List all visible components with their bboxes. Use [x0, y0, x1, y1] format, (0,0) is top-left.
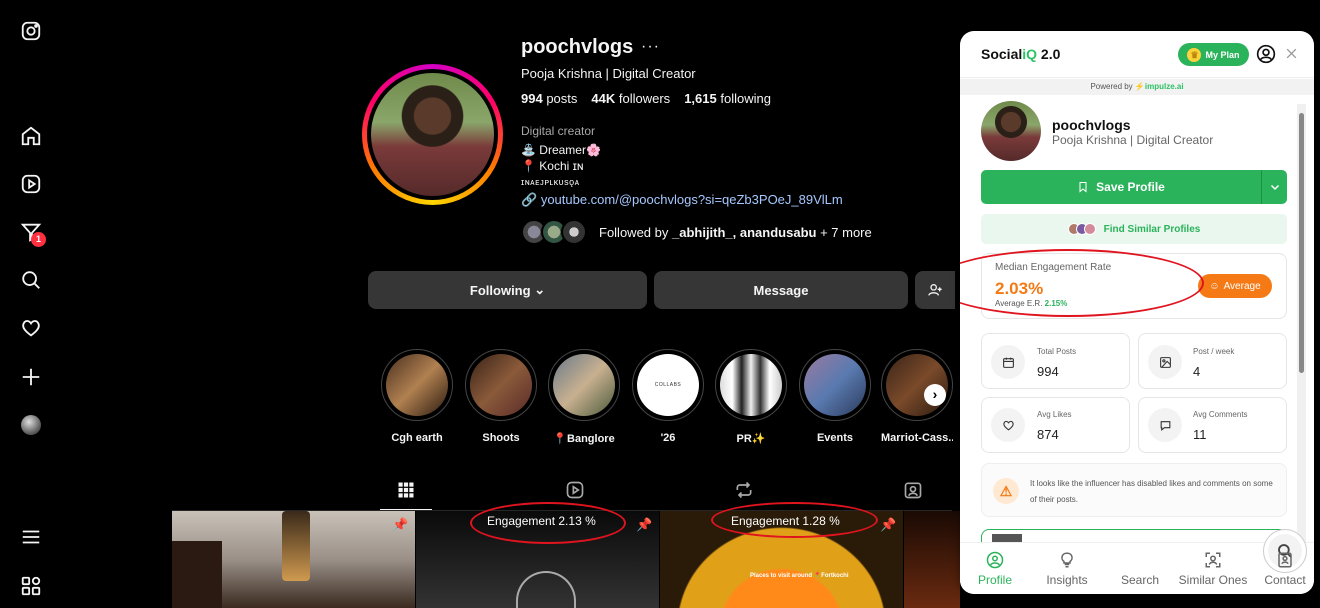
- my-plan-button[interactable]: ♛ My Plan: [1178, 43, 1249, 66]
- panel-profile-avatar: [981, 101, 1041, 161]
- posts-stat: 994 posts: [521, 91, 578, 106]
- page: 1 poochvlogs ··· Pooja Krishna | Digital…: [0, 0, 1320, 608]
- highlight[interactable]: Events: [799, 349, 871, 444]
- followers-stat[interactable]: 44K followers: [591, 91, 670, 106]
- scan-user-icon: [1205, 552, 1221, 568]
- add-person-icon: [928, 284, 942, 296]
- close-icon[interactable]: [1285, 47, 1298, 60]
- save-profile-button[interactable]: Save Profile: [981, 170, 1261, 204]
- search-icon[interactable]: [20, 269, 42, 291]
- highlights-next-arrow-icon[interactable]: ›: [924, 384, 946, 406]
- suggest-user-button[interactable]: [915, 271, 955, 309]
- highlight[interactable]: Cgh earth: [381, 349, 453, 444]
- annotation-oval: [711, 502, 878, 538]
- highlight[interactable]: Shoots: [465, 349, 537, 444]
- menu-icon[interactable]: [20, 526, 42, 548]
- find-similar-profiles-button[interactable]: Find Similar Profiles: [981, 214, 1287, 244]
- save-options-dropdown[interactable]: [1262, 170, 1287, 204]
- warning-notice: ⚠ It looks like the influencer has disab…: [981, 463, 1287, 517]
- crown-icon: ♛: [1187, 47, 1202, 62]
- warning-icon: ⚠: [993, 478, 1019, 504]
- nav-search[interactable]: Search: [1105, 529, 1307, 587]
- post-thumbnail[interactable]: [172, 511, 415, 608]
- nav-similar-ones[interactable]: Similar Ones: [1178, 551, 1248, 587]
- highlight[interactable]: PR✨: [715, 349, 787, 445]
- lightbulb-icon: [1061, 552, 1073, 568]
- home-icon[interactable]: [20, 125, 42, 147]
- nav-insights[interactable]: Insights: [1032, 551, 1102, 587]
- stat-label: Avg Likes: [1037, 410, 1072, 419]
- profile-category: Digital creator: [521, 124, 596, 138]
- instagram-sidebar: 1: [0, 0, 62, 608]
- stat-label: Avg Comments: [1193, 410, 1248, 419]
- nav-profile[interactable]: Profile: [960, 551, 1030, 587]
- er-rating-badge: ☺ Average: [1198, 274, 1272, 298]
- pinned-icon: 📌: [880, 517, 897, 532]
- powered-by: Powered by ⚡impulze.ai: [960, 79, 1314, 95]
- stat-label: Total Posts: [1037, 347, 1077, 356]
- reposts-tab-icon[interactable]: [734, 480, 754, 500]
- stat-value: 11: [1193, 427, 1207, 442]
- stat-value: 4: [1193, 364, 1201, 379]
- panel-bottom-nav: Profile Insights Search Similar Ones Con…: [960, 529, 1314, 594]
- bio-line: 📍 Kochi ɪɴ: [521, 159, 584, 173]
- chevron-down-icon: ⌄: [534, 282, 546, 297]
- stat-label: Post / week: [1193, 347, 1235, 356]
- message-button[interactable]: Message: [654, 271, 908, 309]
- contact-book-icon: [1278, 552, 1292, 568]
- socialiq-extension-panel: SocialiQ 2.0 ♛ My Plan Powered by ⚡impulz…: [960, 31, 1314, 594]
- own-profile-avatar[interactable]: [21, 415, 41, 435]
- socialiq-logo: SocialiQ 2.0: [981, 46, 1061, 62]
- annotation-oval: [470, 502, 626, 544]
- profile-avatar: [371, 73, 494, 196]
- create-plus-icon[interactable]: [20, 366, 42, 388]
- highlight[interactable]: COLLABS '26: [632, 349, 704, 444]
- bookmark-icon: [1079, 182, 1087, 193]
- profile-username: poochvlogs: [521, 36, 634, 58]
- scrollbar-thumb[interactable]: [1299, 113, 1304, 373]
- highlight[interactable]: 📍Banglore: [548, 349, 620, 445]
- profile-external-link[interactable]: 🔗 youtube.com/@poochvlogs?si=qeZb3POeJ_8…: [521, 192, 843, 208]
- panel-username: poochvlogs: [1052, 117, 1131, 133]
- followed-by[interactable]: Followed by _abhijith_, anandusabu + 7 m…: [521, 219, 872, 245]
- active-tab-indicator: [380, 509, 432, 510]
- comment-icon: [1148, 408, 1182, 442]
- following-button[interactable]: Following ⌄: [368, 271, 647, 309]
- calendar-icon: [991, 345, 1025, 379]
- notification-badge: 1: [31, 232, 46, 247]
- panel-header: SocialiQ 2.0 ♛ My Plan: [960, 31, 1314, 78]
- tagged-tab-icon[interactable]: [903, 480, 923, 500]
- pinned-icon: 📌: [636, 517, 653, 532]
- chevron-down-icon: [1270, 184, 1279, 191]
- post-thumbnail[interactable]: [904, 511, 960, 608]
- link-icon: 🔗: [521, 192, 538, 207]
- smile-icon: ☺: [1209, 280, 1220, 292]
- save-profile-split-button: Save Profile: [981, 170, 1287, 204]
- image-icon: [1148, 345, 1182, 379]
- apps-grid-icon[interactable]: [20, 575, 42, 597]
- panel-full-name: Pooja Krishna | Digital Creator: [1052, 133, 1214, 147]
- stat-value: 994: [1037, 364, 1059, 379]
- profile-icon: [986, 551, 1004, 569]
- profile-avatar-story-ring[interactable]: [362, 64, 503, 205]
- bio-line: ⛲ Dreamer🌸: [521, 143, 601, 157]
- following-stat[interactable]: 1,615 following: [684, 91, 771, 106]
- similar-faces-icon: [1067, 223, 1096, 235]
- nav-contact[interactable]: Contact: [1250, 551, 1314, 587]
- instagram-logo-icon[interactable]: [20, 20, 42, 42]
- reels-tab-icon[interactable]: [565, 480, 585, 500]
- profile-stats: 994 posts 44K followers 1,615 following: [521, 91, 771, 106]
- pinned-icon: 📌: [392, 517, 409, 532]
- posts-grid-tab-icon[interactable]: [396, 480, 416, 500]
- reels-icon[interactable]: [20, 173, 42, 195]
- stat-value: 874: [1037, 427, 1059, 442]
- notifications-heart-icon[interactable]: [20, 317, 42, 339]
- bio-line: ɪɴᴀᴇᴊᴘʟᴋᴜsǫᴀ: [521, 177, 580, 187]
- profile-full-name: Pooja Krishna | Digital Creator: [521, 66, 696, 81]
- more-options-icon[interactable]: ···: [641, 38, 660, 56]
- heart-icon: [991, 408, 1025, 442]
- follower-avatar: [561, 219, 587, 245]
- account-icon[interactable]: [1256, 44, 1276, 64]
